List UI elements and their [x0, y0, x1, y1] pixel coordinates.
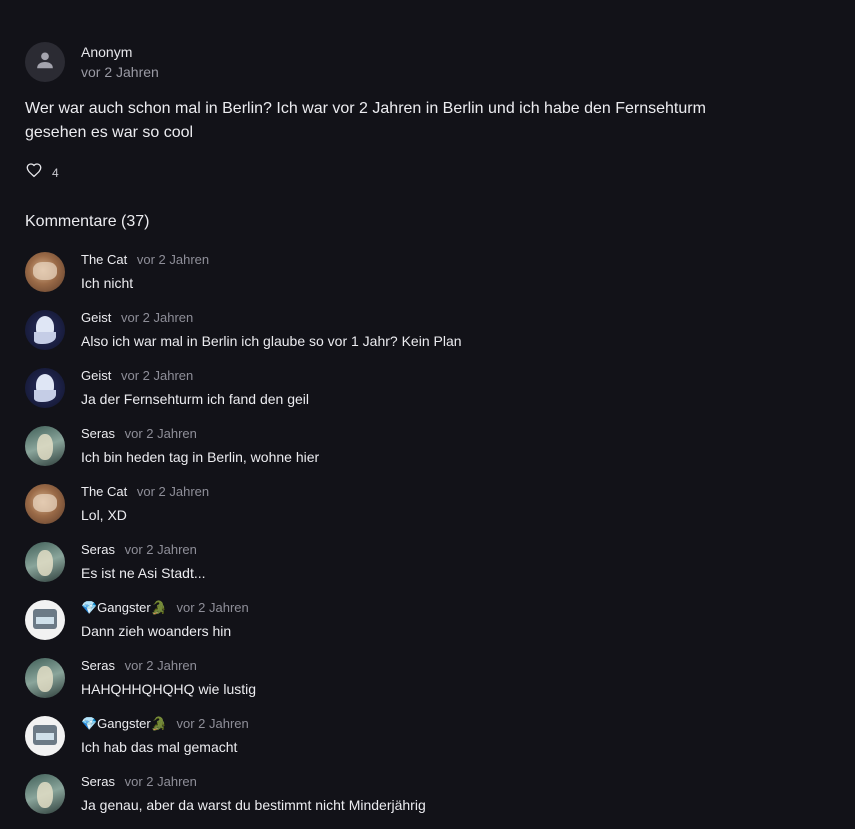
comment-content: Geist vor 2 Jahren Ja der Fernsehturm ic…: [81, 366, 309, 424]
post-body: Wer war auch schon mal in Berlin? Ich wa…: [25, 100, 706, 141]
commenter-name[interactable]: 💎Gangster🐊: [81, 600, 167, 615]
comment-content: Seras vor 2 Jahren Ich bin heden tag in …: [81, 424, 319, 482]
comment-text: Es ist ne Asi Stadt...: [81, 565, 206, 581]
comment-content: Seras vor 2 Jahren Es ist ne Asi Stadt..…: [81, 540, 206, 598]
comment-content: Geist vor 2 Jahren Also ich war mal in B…: [81, 308, 462, 366]
comment-timestamp: vor 2 Jahren: [120, 310, 194, 325]
comment-item: Geist vor 2 Jahren Also ich war mal in B…: [25, 308, 825, 366]
like-count: 4: [52, 165, 59, 180]
commenter-avatar[interactable]: [25, 484, 65, 524]
comment-content: Seras vor 2 Jahren Ja genau, aber da war…: [81, 772, 426, 829]
post-page: Anonym vor 2 Jahren Wer war auch schon m…: [0, 0, 855, 829]
like-button[interactable]: 4: [25, 161, 59, 184]
comments-heading: Kommentare (37): [25, 213, 150, 230]
comment-content: 💎Gangster🐊 vor 2 Jahren Ich hab das mal …: [81, 714, 249, 772]
commenter-avatar[interactable]: [25, 600, 65, 640]
comment-text: Ich hab das mal gemacht: [81, 739, 238, 755]
comment-text: Also ich war mal in Berlin ich glaube so…: [81, 333, 462, 349]
commenter-avatar[interactable]: [25, 774, 65, 814]
comment-timestamp: vor 2 Jahren: [120, 368, 194, 383]
comment-item: Seras vor 2 Jahren Ich bin heden tag in …: [25, 424, 825, 482]
commenter-name[interactable]: Seras: [81, 774, 115, 789]
comment-timestamp: vor 2 Jahren: [176, 716, 249, 731]
comment-meta: Seras vor 2 Jahren: [81, 772, 426, 792]
comment-meta: Geist vor 2 Jahren: [81, 308, 462, 328]
commenter-avatar[interactable]: [25, 542, 65, 582]
post-header: Anonym vor 2 Jahren: [25, 42, 159, 82]
comment-text: HAHQHHQHQHQ wie lustig: [81, 681, 257, 697]
commenter-name[interactable]: 💎Gangster🐊: [81, 716, 167, 731]
comment-text: Lol, XD: [81, 507, 127, 523]
comment-content: 💎Gangster🐊 vor 2 Jahren Dann zieh woande…: [81, 598, 249, 656]
commenter-name[interactable]: Seras: [81, 658, 115, 673]
comment-item: 💎Gangster🐊 vor 2 Jahren Dann zieh woande…: [25, 598, 825, 656]
comment-timestamp: vor 2 Jahren: [124, 542, 197, 557]
comment-item: The Cat vor 2 Jahren Ich nicht: [25, 250, 825, 308]
comment-item: Geist vor 2 Jahren Ja der Fernsehturm ic…: [25, 366, 825, 424]
author-avatar[interactable]: [25, 42, 65, 82]
comment-timestamp: vor 2 Jahren: [124, 774, 197, 789]
comment-list: The Cat vor 2 Jahren Ich nicht Geist vor…: [25, 250, 825, 829]
comment-content: Seras vor 2 Jahren HAHQHHQHQHQ wie lusti…: [81, 656, 256, 714]
comment-meta: Seras vor 2 Jahren: [81, 424, 319, 444]
comment-meta: 💎Gangster🐊 vor 2 Jahren: [81, 714, 249, 734]
post-timestamp: vor 2 Jahren: [81, 64, 159, 80]
comment-text: Dann zieh woanders hin: [81, 623, 232, 639]
commenter-name[interactable]: Geist: [81, 310, 111, 325]
comment-timestamp: vor 2 Jahren: [124, 658, 197, 673]
comment-timestamp: vor 2 Jahren: [136, 252, 210, 267]
post-author[interactable]: Anonym: [81, 42, 159, 62]
person-icon: [34, 49, 56, 76]
comment-meta: Geist vor 2 Jahren: [81, 366, 309, 386]
comment-meta: The Cat vor 2 Jahren: [81, 250, 209, 270]
commenter-avatar[interactable]: [25, 426, 65, 466]
comment-item: 💎Gangster🐊 vor 2 Jahren Ich hab das mal …: [25, 714, 825, 772]
commenter-avatar[interactable]: [25, 716, 65, 756]
comment-text: Ich bin heden tag in Berlin, wohne hier: [81, 449, 320, 465]
comment-item: Seras vor 2 Jahren Es ist ne Asi Stadt..…: [25, 540, 825, 598]
heart-outline-icon[interactable]: [25, 161, 43, 184]
comment-timestamp: vor 2 Jahren: [136, 484, 210, 499]
commenter-avatar[interactable]: [25, 310, 65, 350]
comment-meta: Seras vor 2 Jahren: [81, 540, 206, 560]
commenter-avatar[interactable]: [25, 658, 65, 698]
commenter-name[interactable]: Seras: [81, 426, 115, 441]
commenter-avatar[interactable]: [25, 252, 65, 292]
comment-meta: Seras vor 2 Jahren: [81, 656, 256, 676]
commenter-name[interactable]: Seras: [81, 542, 115, 557]
comment-item: Seras vor 2 Jahren HAHQHHQHQHQ wie lusti…: [25, 656, 825, 714]
comment-text: Ich nicht: [81, 275, 134, 291]
comment-meta: The Cat vor 2 Jahren: [81, 482, 209, 502]
comment-text: Ja der Fernsehturm ich fand den geil: [81, 391, 310, 407]
comment-timestamp: vor 2 Jahren: [124, 426, 197, 441]
comment-item: Seras vor 2 Jahren Ja genau, aber da war…: [25, 772, 825, 829]
commenter-name[interactable]: Geist: [81, 368, 111, 383]
post-meta: Anonym vor 2 Jahren: [81, 42, 159, 82]
commenter-avatar[interactable]: [25, 368, 65, 408]
comment-meta: 💎Gangster🐊 vor 2 Jahren: [81, 598, 249, 618]
comment-item: The Cat vor 2 Jahren Lol, XD: [25, 482, 825, 540]
commenter-name[interactable]: The Cat: [81, 484, 127, 499]
commenter-name[interactable]: The Cat: [81, 252, 127, 267]
comment-content: The Cat vor 2 Jahren Lol, XD: [81, 482, 209, 540]
comment-text: Ja genau, aber da warst du bestimmt nich…: [81, 797, 426, 813]
comment-timestamp: vor 2 Jahren: [176, 600, 249, 615]
comment-content: The Cat vor 2 Jahren Ich nicht: [81, 250, 209, 308]
